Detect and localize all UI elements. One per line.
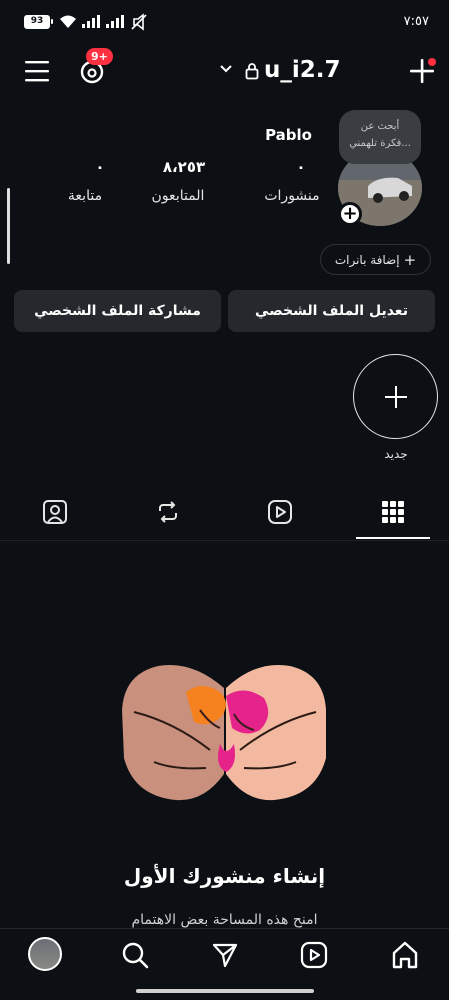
battery-level: 93 <box>30 16 44 26</box>
lock-icon <box>245 62 259 80</box>
edit-profile-button[interactable]: تعديل الملف الشخصي <box>228 290 435 332</box>
share-profile-button[interactable]: مشاركة الملف الشخصي <box>14 290 221 332</box>
home-icon[interactable] <box>390 940 420 970</box>
wifi-icon <box>58 14 78 30</box>
account-username[interactable]: u_i2.7 <box>264 57 341 83</box>
note-text-line2: فكرة تلهمني... <box>349 138 411 149</box>
nav-profile-avatar[interactable] <box>28 937 62 971</box>
empty-state-subtitle: امنح هذه المساحة بعض الاهتمام <box>131 912 318 928</box>
note-text-line1: أبحث عن <box>360 121 400 132</box>
status-time: ٧:٥٧ <box>403 14 429 29</box>
chevron-down-icon[interactable] <box>219 64 233 74</box>
active-tab-indicator <box>356 537 430 539</box>
add-banners-label: إضافة بانرات <box>334 252 400 267</box>
display-name: Pablo <box>265 126 312 144</box>
followers-label[interactable]: المتابعون <box>133 188 223 204</box>
signal-icon-2 <box>106 15 124 28</box>
reels-icon[interactable] <box>267 499 293 525</box>
tab-divider <box>0 540 449 541</box>
following-label[interactable]: متابعة <box>40 188 130 204</box>
followers-count: ٨،٢٥٣ <box>162 158 206 176</box>
send-icon[interactable] <box>211 941 239 969</box>
following-count: ٠ <box>95 158 105 176</box>
reposts-icon[interactable] <box>155 499 181 525</box>
silent-icon <box>130 13 148 31</box>
scroll-edge-indicator <box>7 188 10 264</box>
tagged-icon[interactable] <box>42 499 68 525</box>
posts-label[interactable]: منشورات <box>247 188 337 204</box>
search-icon[interactable] <box>121 941 149 969</box>
home-indicator <box>136 989 314 993</box>
new-highlight-label: جديد <box>384 447 408 461</box>
reels-nav-icon[interactable] <box>300 941 328 969</box>
add-banners-button[interactable]: إضافة بانرات + <box>320 244 431 275</box>
plus-icon: + <box>403 250 417 269</box>
new-highlight-button[interactable] <box>353 354 438 439</box>
empty-state-illustration <box>114 652 336 808</box>
note-bubble[interactable]: أبحث عن فكرة تلهمني... <box>339 110 421 164</box>
posts-count: ٠ <box>296 158 306 176</box>
battery-indicator: 93 <box>24 15 53 29</box>
signal-icon <box>82 15 100 28</box>
notification-badge: 9+ <box>86 48 113 65</box>
plus-icon <box>385 386 407 408</box>
menu-icon[interactable] <box>25 60 49 82</box>
empty-state-title: إنشاء منشورك الأول <box>123 864 326 888</box>
create-notification-dot <box>428 58 436 66</box>
add-story-plus-icon[interactable]: + <box>338 202 362 226</box>
grid-icon[interactable] <box>381 500 405 524</box>
